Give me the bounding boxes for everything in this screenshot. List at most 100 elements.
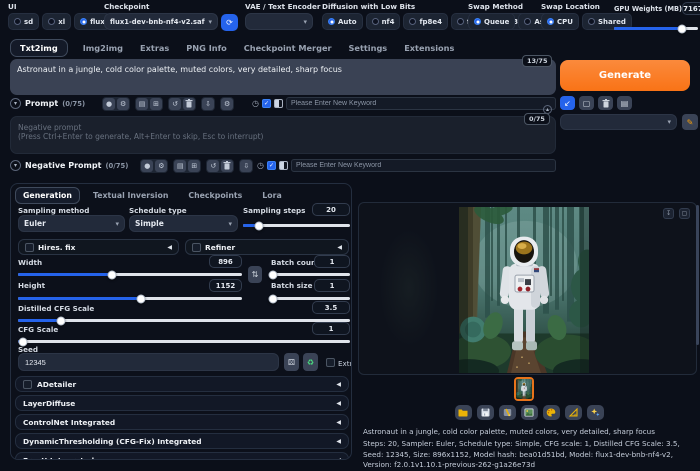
adetailer-checkbox[interactable] (23, 379, 32, 389)
dynamic-thresholding-accordion[interactable]: DynamicThresholding (CFG-Fix) Integrated… (15, 433, 349, 449)
skip-button[interactable]: ▢ (579, 96, 594, 110)
styles-dropdown[interactable]: ▾ (560, 114, 677, 130)
ui-mode-xl[interactable]: xl (42, 13, 72, 30)
checkpoint-refresh-button[interactable]: ⟳ (221, 14, 238, 31)
vae-dropdown[interactable]: ▾ (245, 13, 313, 30)
seed-input[interactable] (18, 353, 279, 371)
hires-fix-checkbox[interactable] (25, 242, 34, 252)
batch-size-slider[interactable] (268, 294, 350, 303)
prompt-clear-button[interactable] (183, 97, 196, 110)
width-slider[interactable] (18, 270, 242, 279)
negative-add-button[interactable]: ⊞ (188, 159, 201, 172)
negative-image-button[interactable]: ▤ (174, 159, 187, 172)
negative-settings-button[interactable]: ⚙ (155, 159, 168, 172)
spaces-button[interactable] (586, 405, 604, 420)
prompt-translate-button[interactable]: ● (103, 97, 116, 110)
height-value[interactable]: 1152 (209, 279, 242, 292)
negative-split-checkbox[interactable] (279, 161, 288, 170)
send-to-inpaint-button[interactable] (542, 405, 560, 420)
ui-mode-sd[interactable]: sd (8, 13, 40, 30)
refiner-checkbox[interactable] (192, 242, 201, 252)
cfg-scale-value[interactable]: 1 (312, 322, 350, 335)
reuse-seed-button[interactable]: ♻ (303, 353, 318, 371)
prompt-image-button[interactable]: ▤ (136, 97, 149, 110)
keyword-split-checkbox[interactable] (274, 99, 283, 108)
sampling-steps-slider[interactable] (243, 221, 350, 230)
keyword-enabled-checkbox[interactable]: ✓ (262, 99, 271, 108)
open-folder-button[interactable] (454, 405, 472, 420)
tab-lora[interactable]: Lora (255, 188, 288, 203)
send-to-extras-button[interactable] (564, 405, 582, 420)
tab-settings[interactable]: Settings (347, 40, 390, 56)
edit-styles-button[interactable]: ✎ (682, 114, 698, 130)
layerdiffuse-accordion[interactable]: LayerDiffuse ◀ (15, 395, 349, 411)
fullscreen-button[interactable]: ▢ (679, 208, 690, 219)
negative-keyword-input[interactable] (291, 159, 556, 172)
distilled-cfg-value[interactable]: 3.5 (312, 301, 350, 314)
style-apply-button[interactable]: ▤ (617, 96, 632, 110)
gpu-weights-slider[interactable] (614, 24, 698, 33)
scrollbar[interactable] (696, 205, 699, 345)
batch-size-value[interactable]: 1 (314, 279, 350, 292)
generated-image[interactable] (459, 207, 589, 373)
tab-generation[interactable]: Generation (15, 187, 80, 204)
negative-clear-button[interactable] (221, 159, 234, 172)
save-zip-button[interactable] (498, 405, 516, 420)
extra-seed-checkbox[interactable] (326, 358, 335, 367)
swap-method-queue[interactable]: Queue (468, 13, 516, 30)
tab-textual-inversion[interactable]: Textual Inversion (86, 188, 175, 203)
sampling-method-dropdown[interactable]: Euler ▾ (18, 215, 125, 232)
cfg-scale-slider[interactable] (18, 337, 350, 346)
tab-extensions[interactable]: Extensions (402, 40, 456, 56)
adetailer-accordion[interactable]: ADetailer ◀ (15, 376, 349, 392)
checkpoint-dropdown[interactable]: flux1-dev-bnb-nf4-v2.safetensors ▾ (104, 13, 218, 30)
swap-location-cpu[interactable]: CPU (541, 13, 579, 30)
low-bits-nf4[interactable]: nf4 (365, 13, 401, 30)
tab-checkpoints[interactable]: Checkpoints (181, 188, 249, 203)
history-clock-icon[interactable]: ◷ (257, 161, 264, 170)
paste-params-button[interactable]: ↙ (560, 96, 575, 110)
batch-count-value[interactable]: 1 (314, 255, 350, 268)
save-image-button[interactable] (476, 405, 494, 420)
gpu-weights-value[interactable]: 7167 (682, 2, 700, 15)
tab-txt2img[interactable]: Txt2img (10, 39, 68, 57)
hires-fix-accordion[interactable]: Hires. fix ◀ (18, 239, 179, 255)
download-image-button[interactable]: ↧ (663, 208, 674, 219)
negative-undo-button[interactable]: ↺ (207, 159, 220, 172)
clear-prompt-button[interactable] (598, 96, 613, 110)
low-bits-auto[interactable]: Auto (322, 13, 363, 30)
random-seed-button[interactable]: ⚄ (284, 353, 299, 371)
schedule-type-dropdown[interactable]: Simple ▾ (129, 215, 238, 232)
prompt-settings-button[interactable]: ⚙ (117, 97, 130, 110)
refiner-accordion[interactable]: Refiner ◀ (185, 239, 349, 255)
prompt-keyword-input[interactable] (286, 97, 556, 110)
width-value[interactable]: 896 (209, 255, 242, 268)
negative-prompt-textarea[interactable] (10, 116, 556, 154)
send-to-img2img-button[interactable] (520, 405, 538, 420)
batch-count-slider[interactable] (268, 270, 350, 279)
tab-img2img[interactable]: Img2img (81, 40, 125, 56)
controlnet-accordion[interactable]: ControlNet Integrated ◀ (15, 414, 349, 430)
prompt-add-button[interactable]: ⊞ (150, 97, 163, 110)
negative-collapse-button[interactable]: ▾ (10, 160, 21, 171)
prompt-collapse-button[interactable]: ▾ (10, 98, 21, 109)
history-clock-icon[interactable]: ◷ (252, 99, 259, 108)
swap-dimensions-button[interactable]: ⇅ (248, 266, 262, 283)
generate-button[interactable]: Generate (560, 60, 690, 91)
negative-translate-button[interactable]: ● (141, 159, 154, 172)
height-slider[interactable] (18, 294, 242, 303)
prompt-textarea[interactable]: Astronaut in a jungle, cold color palett… (10, 59, 556, 95)
tab-checkpoint-merger[interactable]: Checkpoint Merger (242, 40, 334, 56)
low-bits-fp8e4[interactable]: fp8e4 (403, 13, 449, 30)
negative-enabled-checkbox[interactable]: ✓ (267, 161, 276, 170)
negative-export-button[interactable]: ⇩ (240, 159, 253, 172)
sampling-steps-value[interactable]: 20 (312, 203, 350, 216)
prompt-undo-button[interactable]: ↺ (169, 97, 182, 110)
prompt-export-button[interactable]: ⇩ (202, 97, 215, 110)
tab-extras[interactable]: Extras (138, 40, 171, 56)
prompt-config-button[interactable]: ⚙ (221, 97, 234, 110)
gallery-thumbnail-selected[interactable] (514, 377, 534, 401)
tab-png-info[interactable]: PNG Info (184, 40, 229, 56)
distilled-cfg-slider[interactable] (18, 316, 350, 325)
freeu-accordion[interactable]: FreeU Integrated ◀ (15, 452, 349, 459)
